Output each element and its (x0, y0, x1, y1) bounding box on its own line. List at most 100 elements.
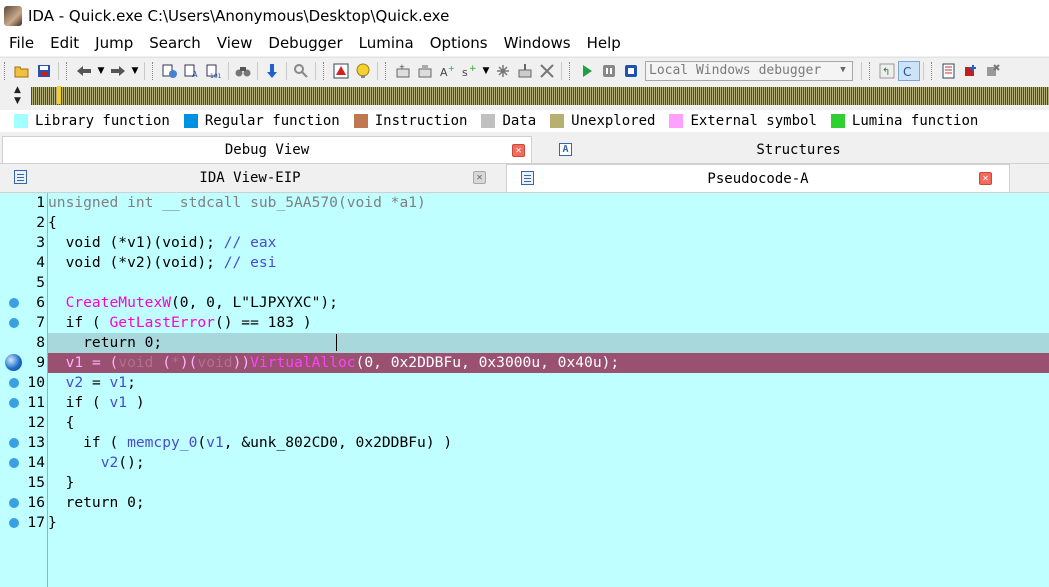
menu-search[interactable]: Search (140, 31, 208, 56)
back-arrow-icon[interactable] (73, 61, 95, 81)
close-icon[interactable]: ✕ (979, 172, 992, 185)
menu-debugger[interactable]: Debugger (259, 31, 349, 56)
close-icon[interactable]: ✕ (473, 171, 486, 184)
toolbar-grip[interactable] (152, 61, 156, 80)
var-v1[interactable]: v1 (206, 434, 224, 451)
code-line[interactable]: v2(); (48, 453, 1049, 473)
text-search-icon[interactable] (290, 61, 312, 81)
breakpoint-dot-icon[interactable] (9, 298, 19, 308)
var-v1[interactable]: v1 (66, 354, 84, 371)
debugger-select[interactable]: Local Windows debugger ▼ (645, 60, 853, 81)
jump-address-icon[interactable] (159, 61, 181, 81)
start-debug-icon[interactable] (576, 61, 598, 81)
tab-structures-label: Structures (756, 141, 841, 158)
forward-dropdown-icon[interactable]: ▼ (129, 61, 141, 81)
code-line[interactable]: void (*v2)(void); // esi (48, 253, 1049, 273)
code-line[interactable]: v2 = v1; (48, 373, 1049, 393)
type-dropdown-icon[interactable]: ▼ (480, 61, 492, 81)
import-function-call[interactable]: VirtualAlloc (250, 354, 355, 371)
search-binoculars-icon[interactable] (232, 61, 254, 81)
line-gutter[interactable]: 1 2 3 4 5 6 7 8 9 10 11 12 13 14 15 16 17 (0, 193, 48, 587)
breakpoint-dot-icon[interactable] (9, 378, 19, 388)
pause-icon[interactable] (598, 61, 620, 81)
menu-options[interactable]: Options (421, 31, 495, 56)
code-line[interactable]: } (48, 513, 1049, 533)
code-line[interactable]: unsigned int __stdcall sub_5AA570(void *… (48, 193, 1049, 213)
toolbar-grip[interactable] (569, 61, 573, 80)
breakpoint-list-icon[interactable] (938, 61, 960, 81)
menu-file[interactable]: File (0, 31, 41, 56)
back-dropdown-icon[interactable]: ▼ (95, 61, 107, 81)
remove-breakpoint-icon[interactable] (982, 61, 1004, 81)
jump-name-icon[interactable]: A (181, 61, 203, 81)
execution-breakpoint-icon[interactable] (5, 354, 22, 371)
menu-lumina[interactable]: Lumina (350, 31, 421, 56)
tab-debug-view[interactable]: Debug View ✕ (2, 136, 532, 163)
save-icon[interactable] (33, 61, 55, 81)
open-folder-icon[interactable] (11, 61, 33, 81)
create-function-icon[interactable]: + (392, 61, 414, 81)
menu-edit[interactable]: Edit (41, 31, 86, 56)
close-icon[interactable]: ✕ (512, 144, 525, 157)
menu-help[interactable]: Help (578, 31, 628, 56)
breakpoint-dot-icon[interactable] (9, 318, 19, 328)
menu-view[interactable]: View (208, 31, 260, 56)
var-v2[interactable]: v2 (66, 374, 84, 391)
code-line-execution-point[interactable]: v1 = (void (*)(void))VirtualAlloc(0, 0x2… (48, 353, 1049, 373)
add-structure-icon[interactable]: A + (436, 61, 458, 81)
warning-icon[interactable] (330, 61, 352, 81)
lightbulb-icon[interactable] (352, 61, 374, 81)
step-into-icon[interactable]: ↰ (876, 61, 898, 81)
var-v2[interactable]: v2 (101, 454, 119, 471)
code-line[interactable]: void (*v1)(void); // eax (48, 233, 1049, 253)
navigation-strip[interactable] (31, 87, 1049, 105)
code-line-current[interactable]: return 0; (48, 333, 1049, 353)
code-line[interactable]: if ( v1 ) (48, 393, 1049, 413)
code-line[interactable]: { (48, 413, 1049, 433)
toolbar-grip[interactable] (4, 61, 8, 80)
breakpoint-dot-icon[interactable] (9, 458, 19, 468)
cross-out-icon[interactable] (536, 61, 558, 81)
var-v1[interactable]: v1 (110, 374, 128, 391)
menu-windows[interactable]: Windows (495, 31, 578, 56)
toolbar-grip[interactable] (66, 61, 70, 80)
tab-ida-view-eip[interactable]: IDA View-EIP ✕ (0, 164, 500, 192)
menu-jump[interactable]: Jump (86, 31, 140, 56)
var-v1[interactable]: v1 (110, 394, 128, 411)
download-arrow-icon[interactable] (261, 61, 283, 81)
code-line[interactable]: } (48, 473, 1049, 493)
code-line[interactable]: if ( memcpy_0(v1, &unk_802CD0, 0x2DDBFu)… (48, 433, 1049, 453)
toolbar-grip[interactable] (385, 61, 389, 80)
chevron-down-icon[interactable]: ▼ (836, 63, 850, 77)
add-enum-icon[interactable]: s + (458, 61, 480, 81)
code-line[interactable]: CreateMutexW(0, 0, L"LJPXYXC"); (48, 293, 1049, 313)
edit-function-icon[interactable] (414, 61, 436, 81)
tab-structures[interactable]: A Structures (548, 136, 1049, 163)
pseudocode-view[interactable]: unsigned int __stdcall sub_5AA570(void *… (48, 193, 1049, 587)
nav-arrows-icon[interactable]: ▲ ▼ (14, 85, 24, 107)
toolbar-grip[interactable] (931, 61, 935, 80)
tab-pseudocode-a[interactable]: Pseudocode-A ✕ (506, 164, 1010, 192)
code-line[interactable]: { (48, 213, 1049, 233)
breakpoint-dot-icon[interactable] (9, 398, 19, 408)
code-line[interactable]: return 0; (48, 493, 1049, 513)
apply-patch-icon[interactable] (514, 61, 536, 81)
breakpoint-dot-icon[interactable] (9, 438, 19, 448)
ida-app-icon[interactable] (4, 5, 22, 26)
toolbar-grip[interactable] (869, 61, 873, 80)
toolbar-grip[interactable] (323, 61, 327, 80)
navigation-cursor[interactable] (57, 86, 61, 104)
patch-icon[interactable] (492, 61, 514, 81)
jump-segment-icon[interactable]: 101 (203, 61, 225, 81)
stop-icon[interactable] (620, 61, 642, 81)
breakpoint-dot-icon[interactable] (9, 498, 19, 508)
add-breakpoint-icon[interactable] (960, 61, 982, 81)
import-function-call[interactable]: GetLastError (110, 314, 215, 331)
import-function-call[interactable]: CreateMutexW (66, 294, 171, 311)
step-over-icon[interactable]: C (898, 60, 920, 81)
function-call[interactable]: memcpy_0 (127, 434, 197, 451)
breakpoint-dot-icon[interactable] (9, 518, 19, 528)
code-line[interactable] (48, 273, 1049, 293)
code-line[interactable]: if ( GetLastError() == 183 ) (48, 313, 1049, 333)
forward-arrow-icon[interactable] (107, 61, 129, 81)
